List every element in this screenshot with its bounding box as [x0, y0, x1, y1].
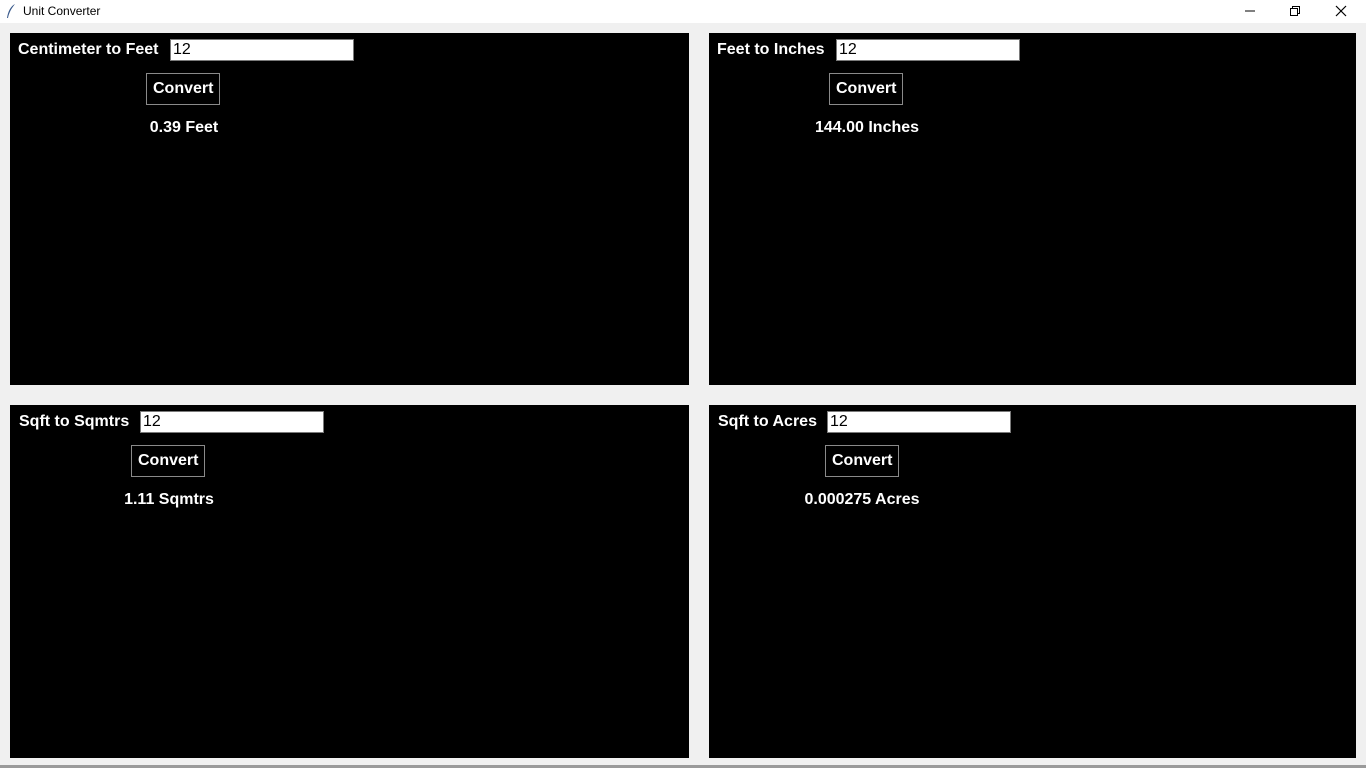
convert-button[interactable]: Convert: [146, 73, 221, 105]
convert-button[interactable]: Convert: [825, 445, 900, 477]
minimize-icon: [1245, 10, 1255, 12]
close-button[interactable]: [1318, 0, 1364, 23]
close-icon: [1335, 5, 1347, 17]
panel-label: Sqft to Acres: [718, 413, 817, 430]
window-title: Unit Converter: [23, 4, 101, 18]
restore-button[interactable]: [1272, 0, 1318, 23]
convert-button[interactable]: Convert: [131, 445, 206, 477]
panel-sqft-to-acres: Sqft to Acres Convert 0.000275 Acres: [709, 405, 1356, 758]
feather-icon: [7, 4, 15, 18]
minimize-button[interactable]: [1227, 0, 1273, 23]
title-bar: Unit Converter: [0, 0, 1366, 23]
result-text: 1.11 Sqmtrs: [124, 491, 214, 508]
panel-sqft-to-sqmtrs: Sqft to Sqmtrs Convert 1.11 Sqmtrs: [10, 405, 689, 758]
restore-icon: [1290, 6, 1300, 16]
panel-label: Feet to Inches: [717, 41, 825, 58]
value-input[interactable]: [827, 411, 1011, 433]
value-input[interactable]: [836, 39, 1020, 61]
panel-feet-to-inches: Feet to Inches Convert 144.00 Inches: [709, 33, 1356, 385]
value-input[interactable]: [140, 411, 324, 433]
convert-button[interactable]: Convert: [829, 73, 904, 105]
result-text: 0.39 Feet: [149, 119, 219, 136]
panel-label: Centimeter to Feet: [18, 41, 159, 58]
value-input[interactable]: [170, 39, 354, 61]
result-text: 144.00 Inches: [814, 119, 920, 136]
result-text: 0.000275 Acres: [804, 491, 920, 508]
panel-cm-to-feet: Centimeter to Feet Convert 0.39 Feet: [10, 33, 689, 385]
panel-label: Sqft to Sqmtrs: [19, 413, 130, 430]
